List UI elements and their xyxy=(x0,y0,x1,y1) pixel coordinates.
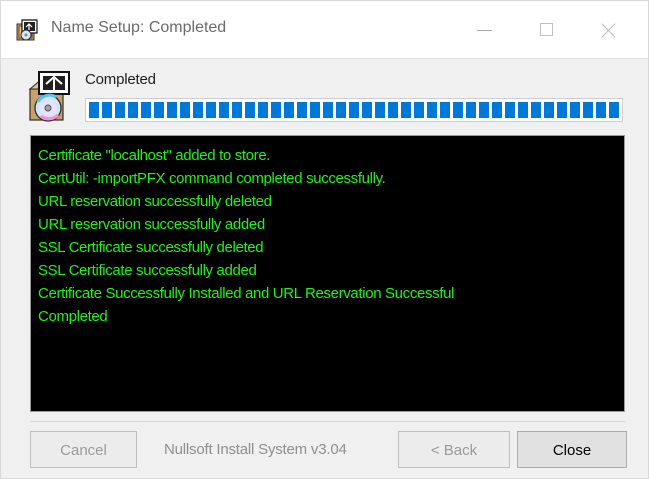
close-button[interactable]: Close xyxy=(517,431,627,468)
log-line: URL reservation successfully added xyxy=(38,216,265,233)
log-line: Certificate Successfully Installed and U… xyxy=(38,285,455,302)
progress-fill xyxy=(89,102,619,118)
log-line: SSL Certificate successfully added xyxy=(38,262,257,279)
minimize-icon xyxy=(477,30,492,31)
maximize-button[interactable] xyxy=(516,1,578,59)
cancel-button[interactable]: Cancel xyxy=(30,431,137,468)
log-list: Certificate "localhost" added to store. … xyxy=(31,136,624,328)
log-line: SSL Certificate successfully deleted xyxy=(38,239,264,256)
status-label: Completed xyxy=(85,71,156,88)
window-title: Name Setup: Completed xyxy=(51,19,227,36)
close-icon xyxy=(598,20,618,40)
install-log: Certificate "localhost" added to store. … xyxy=(30,135,625,412)
minimize-button[interactable] xyxy=(454,1,516,59)
maximize-icon xyxy=(540,23,553,36)
log-line: CertUtil: -importPFX command completed s… xyxy=(38,170,386,187)
installer-window: Name Setup: Completed Completed Certific… xyxy=(0,0,649,479)
installer-app-icon xyxy=(16,19,38,41)
installer-disc-icon xyxy=(28,71,70,122)
log-line: Certificate "localhost" added to store. xyxy=(38,147,271,164)
log-line: Completed xyxy=(38,308,108,325)
window-controls xyxy=(454,1,648,59)
title-bar: Name Setup: Completed xyxy=(1,1,648,59)
window-close-button[interactable] xyxy=(578,1,640,59)
footer-divider xyxy=(30,421,625,422)
nsis-branding: Nullsoft Install System v3.04 xyxy=(164,441,347,458)
back-button[interactable]: < Back xyxy=(398,431,510,468)
progress-bar xyxy=(85,98,623,122)
log-line: URL reservation successfully deleted xyxy=(38,193,272,210)
